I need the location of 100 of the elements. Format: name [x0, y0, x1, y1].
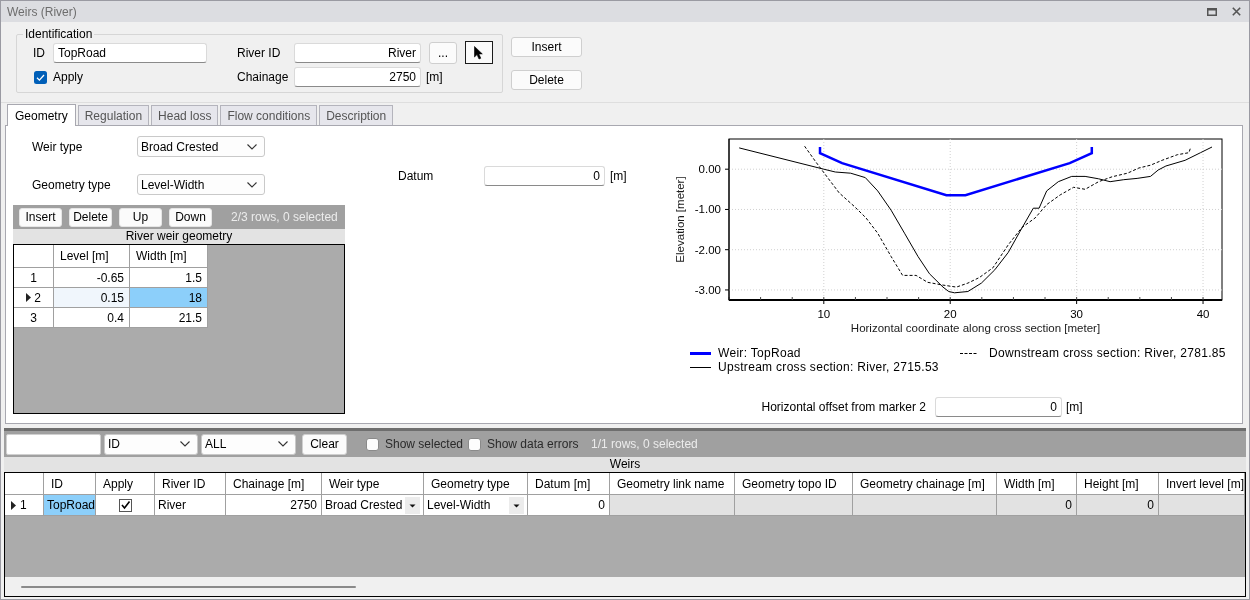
column-header: Geometry chainage [m]: [853, 473, 997, 495]
column-header: Level [m]: [54, 245, 130, 268]
legend-label: Weir: TopRoad: [718, 345, 801, 362]
checkbox[interactable]: [366, 437, 379, 451]
chainage-input[interactable]: 2750: [294, 67, 421, 87]
x-tick-label: 20: [943, 308, 957, 320]
column-header: Height [m]: [1077, 473, 1159, 495]
table-cell: 2750: [226, 495, 322, 515]
dropdown-cell[interactable]: Broad Crested: [322, 495, 424, 515]
table-cell: 0: [1077, 495, 1159, 515]
filter-value-dropdown[interactable]: ALL: [201, 433, 296, 455]
tab[interactable]: Description: [319, 105, 394, 125]
weir-type-label: Weir type: [32, 138, 84, 156]
chevron-down-icon: [180, 441, 190, 447]
column-header: Geometry link name: [610, 473, 735, 495]
toolbar-button[interactable]: Insert: [19, 207, 62, 227]
group-title: Identification: [24, 27, 94, 41]
column-header: Width [m]: [997, 473, 1077, 495]
grid-title: Weirs: [4, 457, 1246, 472]
id-input[interactable]: TopRoad: [53, 42, 207, 63]
legend-label: Downstream cross section: River, 2781.85: [989, 345, 1226, 362]
checkbox-label: Show data errors: [487, 436, 579, 453]
table-cell: 1.5: [130, 268, 208, 288]
chevron-down-icon: [278, 441, 288, 447]
filter-column-dropdown[interactable]: ID: [104, 433, 198, 455]
datum-label: Datum: [398, 168, 435, 185]
table-cell: 0: [528, 495, 610, 515]
tab[interactable]: Flow conditions: [220, 105, 318, 125]
offset-input[interactable]: 0: [935, 397, 1062, 417]
row-number: 1: [20, 497, 27, 514]
column-header: Weir type: [322, 473, 424, 495]
unit-label: [m]: [1066, 399, 1083, 416]
pick-button[interactable]: [465, 41, 493, 64]
y-tick-label: -2.00: [694, 243, 721, 256]
legend-label: Upstream cross section: River, 2715.53: [718, 360, 939, 376]
checkbox-label: Show selected: [385, 436, 464, 453]
checkbox-label: Apply: [53, 69, 84, 86]
maximize-icon[interactable]: [1207, 7, 1217, 16]
clear-button[interactable]: Clear: [302, 433, 347, 455]
scrollbar-thumb[interactable]: [21, 585, 356, 588]
toolbar-button[interactable]: Delete: [69, 207, 112, 227]
dropdown-caret-icon[interactable]: [405, 496, 420, 514]
x-tick-label: 10: [817, 308, 831, 320]
cursor-arrow-icon: [474, 45, 484, 60]
geometry-type-label: Geometry type: [32, 176, 112, 194]
toolbar-button[interactable]: Down: [169, 207, 212, 227]
row-header-cell[interactable]: 1: [5, 495, 44, 515]
table-cell: TopRoad: [44, 495, 96, 515]
column-header: Apply: [96, 473, 155, 495]
id-label: ID: [33, 44, 46, 62]
column-header: River ID: [155, 473, 226, 495]
x-axis-title: Horizontal coordinate along cross section [meter]: [850, 322, 1101, 334]
browse-button[interactable]: ...: [429, 41, 457, 64]
unit-label: [m]: [610, 168, 627, 185]
row-number: 1: [30, 269, 37, 287]
apply-checkbox[interactable]: [34, 70, 47, 84]
column-header: Geometry type: [424, 473, 528, 495]
search-input[interactable]: [6, 433, 101, 455]
y-axis-title: Elevation [meter]: [674, 176, 686, 263]
grid-title: River weir geometry: [13, 229, 345, 244]
table-cell: River: [155, 495, 226, 515]
column-header: ID: [44, 473, 96, 495]
river-id-label: River ID: [237, 44, 282, 62]
y-tick-label: -1.00: [694, 203, 721, 216]
datum-input[interactable]: 0: [484, 166, 605, 186]
chainage-label: Chainage: [237, 69, 290, 86]
dropdown-cell[interactable]: Level-Width: [424, 495, 528, 515]
offset-label: Horizontal offset from marker 2: [761, 399, 926, 416]
table-cell: -0.65: [54, 268, 130, 288]
tab[interactable]: Head loss: [151, 105, 219, 125]
column-header: Datum [m]: [528, 473, 610, 495]
row-count-status: 2/3 rows, 0 selected: [231, 209, 338, 226]
x-tick-label: 30: [1070, 308, 1084, 320]
geometry-type-dropdown[interactable]: Level-Width: [137, 174, 265, 195]
tab[interactable]: Regulation: [77, 105, 150, 125]
chevron-down-icon: [247, 143, 257, 150]
row-number: 2: [34, 289, 41, 307]
row-header-cell[interactable]: 1: [14, 268, 54, 288]
toolbar-button[interactable]: Up: [119, 207, 162, 227]
dropdown-caret-icon[interactable]: [509, 496, 524, 514]
action-button[interactable]: Insert: [511, 37, 582, 57]
river-id-input[interactable]: River: [294, 42, 421, 63]
chevron-down-icon: [247, 181, 257, 188]
row-header-cell[interactable]: 3: [14, 308, 54, 328]
column-header: Invert level [m]: [1159, 473, 1245, 495]
x-tick-label: 40: [1196, 308, 1210, 320]
table-cell: 0.4: [54, 308, 130, 328]
horizontal-scrollbar[interactable]: [5, 577, 1245, 596]
table-cell: 21.5: [130, 308, 208, 328]
checkbox[interactable]: [468, 437, 481, 451]
column-header: Chainage [m]: [226, 473, 322, 495]
row-header-cell[interactable]: 2: [14, 288, 54, 308]
action-button[interactable]: Delete: [511, 70, 582, 90]
apply-checkbox[interactable]: [118, 498, 132, 512]
thick-line-icon: [690, 351, 711, 355]
tab[interactable]: Geometry: [7, 104, 76, 126]
y-tick-label: 0.00: [698, 163, 721, 176]
weir-type-dropdown[interactable]: Broad Crested: [137, 136, 265, 157]
close-icon[interactable]: [1232, 7, 1241, 16]
window-title: Weirs (River): [7, 3, 77, 21]
